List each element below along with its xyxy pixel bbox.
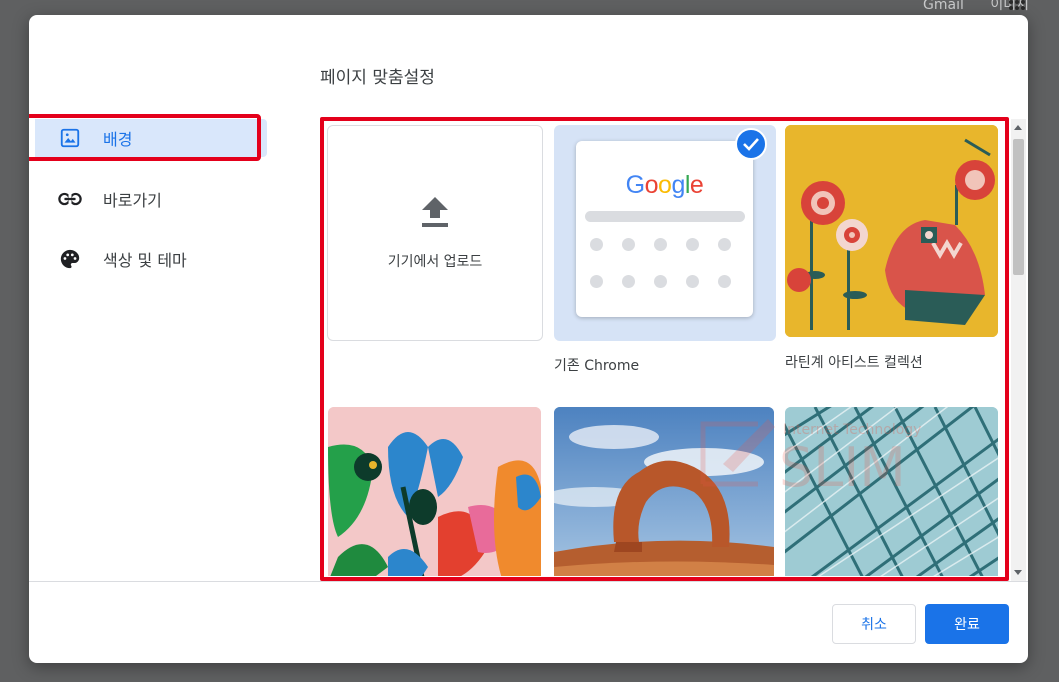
upload-label: 기기에서 업로드: [387, 254, 483, 270]
nav-item-color-theme[interactable]: 색상 및 테마: [35, 240, 267, 278]
search-bar-placeholder: [585, 211, 745, 222]
google-logo: Google: [576, 171, 753, 200]
cancel-button[interactable]: 취소: [832, 604, 916, 644]
artist-tile-caption: 라틴계 아티스트 컬렉션: [785, 355, 923, 371]
watermark-logo: Internet Technology SLIM: [683, 394, 983, 499]
dialog-title: 페이지 맞춤설정: [320, 68, 435, 88]
upload-icon: [420, 195, 450, 233]
google-logo-letter: G: [625, 171, 645, 199]
flowers-art-tile[interactable]: [328, 407, 541, 576]
done-button[interactable]: 완료: [925, 604, 1009, 644]
scroll-down-arrow-icon[interactable]: [1014, 570, 1022, 575]
palette-icon: [58, 247, 82, 271]
chrome-tile-caption: 기존 Chrome: [554, 358, 640, 374]
apps-grid-icon: [1009, 0, 1025, 10]
gmail-link: Gmail: [923, 0, 964, 13]
nav-label-shortcuts: 바로가기: [103, 191, 162, 210]
google-logo-letter: e: [689, 171, 704, 199]
nav-item-shortcuts[interactable]: 바로가기: [35, 180, 267, 218]
upload-tile[interactable]: 기기에서 업로드: [327, 125, 543, 341]
grid-scrollbar[interactable]: [1011, 119, 1026, 581]
classic-chrome-tile[interactable]: Google: [554, 125, 776, 341]
chrome-preview-card: Google: [576, 141, 753, 317]
google-logo-letter: o: [658, 171, 672, 199]
image-icon: [58, 126, 82, 150]
nav-label-color-theme: 색상 및 테마: [103, 251, 187, 270]
nav-label-background: 배경: [103, 130, 133, 149]
google-logo-letter: o: [644, 171, 659, 199]
flowers-art-image: [328, 407, 541, 576]
watermark-line2: SLIM: [779, 436, 906, 494]
background-grid[interactable]: 기기에서 업로드 Google 기존 Chrome 라틴계 아티스트 컬렉션 I…: [323, 119, 1000, 576]
link-icon: [58, 187, 82, 211]
latino-art-image: [785, 125, 998, 337]
nav-item-background[interactable]: 배경: [35, 119, 267, 157]
dialog-footer: 취소 완료: [29, 581, 1028, 663]
customize-page-dialog: 페이지 맞춤설정 배경 바로가기 색상 및 테마 기기에서 업로드 Google…: [29, 15, 1028, 663]
latino-artists-collection-tile[interactable]: [785, 125, 998, 337]
scroll-up-arrow-icon[interactable]: [1014, 125, 1022, 130]
selected-check-icon: [735, 128, 767, 160]
google-logo-letter: g: [671, 171, 685, 199]
scrollbar-thumb[interactable]: [1013, 139, 1024, 275]
